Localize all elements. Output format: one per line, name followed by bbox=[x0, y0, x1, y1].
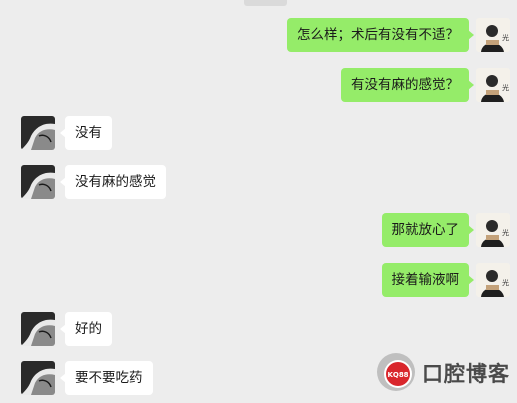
received-message-bubble[interactable]: 好的 bbox=[60, 312, 112, 346]
doctor-avatar[interactable]: 光 bbox=[476, 18, 510, 52]
patient-avatar[interactable] bbox=[21, 165, 55, 199]
sent-message-bubble[interactable]: 那就放心了 bbox=[381, 213, 474, 247]
received-message-bubble[interactable]: 没有麻的感觉 bbox=[60, 165, 166, 199]
patient-avatar[interactable] bbox=[21, 312, 55, 346]
brand-text: 口腔博客 bbox=[422, 362, 510, 386]
kq88-watermark: KQ88 口腔博客 bbox=[372, 350, 512, 394]
svg-text:光: 光 bbox=[502, 228, 509, 237]
chat-timestamp bbox=[244, 0, 287, 6]
sent-message-bubble[interactable]: 有没有麻的感觉？ bbox=[341, 68, 474, 102]
doctor-avatar[interactable]: 光 bbox=[476, 68, 510, 102]
doctor-avatar[interactable]: 光 bbox=[476, 263, 510, 297]
received-message-bubble[interactable]: 没有 bbox=[60, 116, 112, 150]
doctor-avatar[interactable]: 光 bbox=[476, 213, 510, 247]
svg-text:光: 光 bbox=[502, 278, 509, 287]
sent-message-bubble[interactable]: 接着输液啊 bbox=[381, 263, 474, 297]
svg-text:光: 光 bbox=[502, 83, 509, 92]
sent-message-bubble[interactable]: 怎么样；术后有没有不适？ bbox=[287, 18, 474, 52]
received-message-bubble[interactable]: 要不要吃药 bbox=[60, 361, 153, 395]
svg-text:KQ88: KQ88 bbox=[387, 371, 408, 379]
patient-avatar[interactable] bbox=[21, 116, 55, 150]
svg-text:光: 光 bbox=[502, 33, 509, 42]
kq88-logo: KQ88 bbox=[377, 353, 415, 391]
patient-avatar[interactable] bbox=[21, 361, 55, 395]
